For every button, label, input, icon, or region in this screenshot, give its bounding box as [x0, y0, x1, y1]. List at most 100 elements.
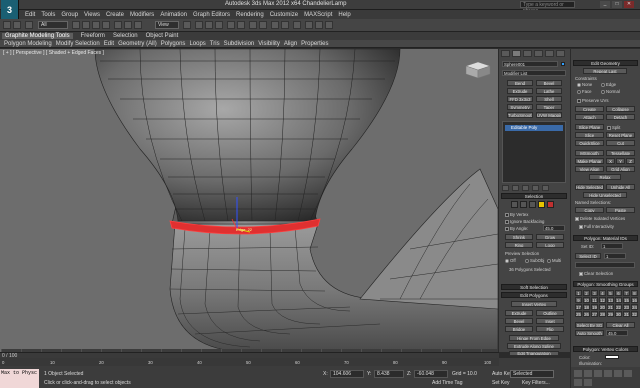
smoothing-group-button[interactable]: 2 — [583, 290, 590, 296]
smoothing-group-button[interactable]: 1 — [575, 290, 582, 296]
smoothing-group-button[interactable]: 16 — [631, 297, 638, 303]
hide-selected-button[interactable]: Hide Selected — [575, 184, 604, 190]
smoothing-group-button[interactable]: 30 — [615, 311, 622, 317]
maximize-button[interactable]: □ — [612, 1, 622, 8]
slice-plane-button[interactable]: Slice Plane — [575, 124, 604, 130]
menu-animation[interactable]: Animation — [160, 12, 187, 18]
smoothing-group-button[interactable]: 15 — [623, 297, 630, 303]
smoothing-group-button[interactable]: 3 — [591, 290, 598, 296]
smoothing-group-button[interactable]: 29 — [607, 311, 614, 317]
extrude-along-spline-button[interactable]: Extrude Along Spline — [507, 343, 561, 349]
redo-icon[interactable] — [13, 21, 21, 29]
reference-coordinate-dropdown[interactable]: View — [155, 21, 179, 29]
tab-object-paint[interactable]: Object Paint — [146, 33, 179, 39]
auto-smooth-spinner[interactable]: 45.0 — [606, 330, 628, 336]
create-tab-icon[interactable] — [501, 50, 510, 57]
smoothing-group-button[interactable]: 21 — [607, 304, 614, 310]
set-id-spinner[interactable]: 1 — [601, 243, 623, 249]
ribbon-loops[interactable]: Loops — [189, 41, 205, 47]
ignore-backfacing-checkbox[interactable]: Ignore Backfacing — [505, 219, 544, 224]
edit-polygons-rollout-header[interactable]: Edit Polygons — [501, 292, 567, 298]
object-name-field[interactable]: Sphere001 — [502, 61, 558, 67]
zoom-all-icon[interactable] — [584, 370, 592, 377]
soft-selection-rollout-header[interactable]: Soft Selection — [501, 284, 567, 290]
detach-button[interactable]: Detach — [606, 114, 635, 120]
ribbon-polygon-modeling[interactable]: Polygon Modeling — [4, 41, 52, 47]
app-menu-logo-button[interactable]: 3 — [1, 0, 19, 19]
uvw-mapping-button[interactable]: UVW Mapping Co — [536, 112, 562, 118]
selection-rollout-header[interactable]: Selection — [501, 193, 567, 199]
vertex-level-icon[interactable] — [511, 201, 518, 208]
make-unique-icon[interactable] — [522, 185, 529, 191]
region-select-icon[interactable] — [92, 21, 100, 29]
minimize-button[interactable]: _ — [600, 1, 610, 8]
layer-manager-icon[interactable] — [249, 21, 257, 29]
smoothing-group-button[interactable]: 13 — [607, 297, 614, 303]
constraint-none-radio[interactable]: None — [577, 82, 592, 87]
remove-modifier-icon[interactable] — [532, 185, 539, 191]
extrude-modifier-button[interactable]: Extrude — [507, 88, 533, 94]
smoothing-group-button[interactable]: 8 — [631, 290, 638, 296]
zoom-icon[interactable] — [574, 370, 582, 377]
select-object-icon[interactable] — [72, 21, 80, 29]
smoothing-group-button[interactable]: 31 — [623, 311, 630, 317]
bevel-modifier-button[interactable]: Bevel — [536, 80, 562, 86]
constraint-face-radio[interactable]: Face — [577, 89, 592, 94]
key-filters-button[interactable]: Key Filters... — [522, 380, 550, 386]
outline-button[interactable]: Outline — [536, 310, 564, 316]
menu-group[interactable]: Group — [61, 12, 78, 18]
turbosmooth-button[interactable]: TurboSmooth — [507, 112, 533, 118]
key-mode-dropdown[interactable]: Selected — [510, 370, 554, 378]
by-vertex-checkbox[interactable]: By Vertex — [505, 212, 528, 217]
create-button[interactable]: Create — [575, 106, 604, 112]
extrude-button[interactable]: Extrude — [505, 310, 533, 316]
preview-subobj-radio[interactable]: SubObj — [525, 258, 544, 263]
mirror-icon[interactable] — [227, 21, 235, 29]
ring-button[interactable]: Ring — [505, 242, 533, 248]
pivot-icon[interactable] — [183, 21, 191, 29]
material-editor-icon[interactable] — [293, 21, 301, 29]
edit-triangulation-button[interactable]: Edit Triangulation — [509, 351, 559, 356]
orbit-icon[interactable] — [574, 379, 582, 386]
align-icon[interactable] — [237, 21, 245, 29]
ribbon-edit[interactable]: Edit — [104, 41, 114, 47]
y-coordinate-field[interactable]: 8.438 — [374, 370, 404, 378]
close-button[interactable]: ✕ — [624, 1, 634, 8]
insert-vertex-button[interactable]: Insert Vertex — [511, 301, 557, 307]
menu-edit[interactable]: Edit — [25, 12, 35, 18]
smoothing-group-button[interactable]: 18 — [583, 304, 590, 310]
smoothing-group-button[interactable]: 9 — [575, 297, 582, 303]
render-icon[interactable] — [325, 21, 333, 29]
curve-editor-icon[interactable] — [271, 21, 279, 29]
x-coordinate-field[interactable]: 104.606 — [330, 370, 364, 378]
planar-y-button[interactable]: Y — [616, 158, 625, 164]
repeat-last-button[interactable]: Repeat Last — [583, 68, 627, 74]
menu-maxscript[interactable]: MAXScript — [304, 12, 332, 18]
select-by-sg-button[interactable]: Select By SG — [575, 322, 604, 328]
menu-modifiers[interactable]: Modifiers — [130, 12, 154, 18]
show-end-result-icon[interactable] — [512, 185, 519, 191]
selection-filter-dropdown[interactable]: All — [38, 21, 68, 29]
track-bar[interactable]: 0 10 20 30 40 50 60 70 80 90 100 — [0, 358, 499, 366]
stack-item-editable-poly[interactable]: Editable Poly — [505, 125, 563, 131]
auto-smooth-button[interactable]: Auto Smooth — [575, 330, 604, 336]
menu-create[interactable]: Create — [106, 12, 124, 18]
hierarchy-tab-icon[interactable] — [523, 50, 532, 57]
smoothing-group-button[interactable]: 32 — [631, 311, 638, 317]
tab-freeform[interactable]: Freeform — [81, 33, 105, 39]
smoothing-group-button[interactable]: 25 — [575, 311, 582, 317]
viewport-label[interactable]: [ + ] [ Perspective ] [ Shaded + Edged F… — [3, 50, 104, 56]
field-of-view-icon[interactable] — [614, 370, 622, 377]
perspective-viewport[interactable]: [ + ] [ Perspective ] [ Shaded + Edged F… — [0, 49, 498, 352]
vertex-color-swatch[interactable] — [605, 355, 619, 359]
by-angle-spinner[interactable]: 45.0 — [543, 225, 565, 231]
smoothing-group-button[interactable]: 28 — [599, 311, 606, 317]
hinge-from-edge-button[interactable]: Hinge From Edge — [509, 335, 559, 341]
smoothing-group-button[interactable]: 11 — [591, 297, 598, 303]
by-angle-checkbox[interactable]: By Angle: — [505, 226, 528, 231]
smoothing-group-button[interactable]: 26 — [583, 311, 590, 317]
percent-snap-icon[interactable] — [215, 21, 223, 29]
pan-icon[interactable] — [624, 370, 632, 377]
clear-selection-checkbox[interactable]: Clear Selection — [579, 271, 613, 276]
polygon-level-icon[interactable] — [538, 201, 545, 208]
